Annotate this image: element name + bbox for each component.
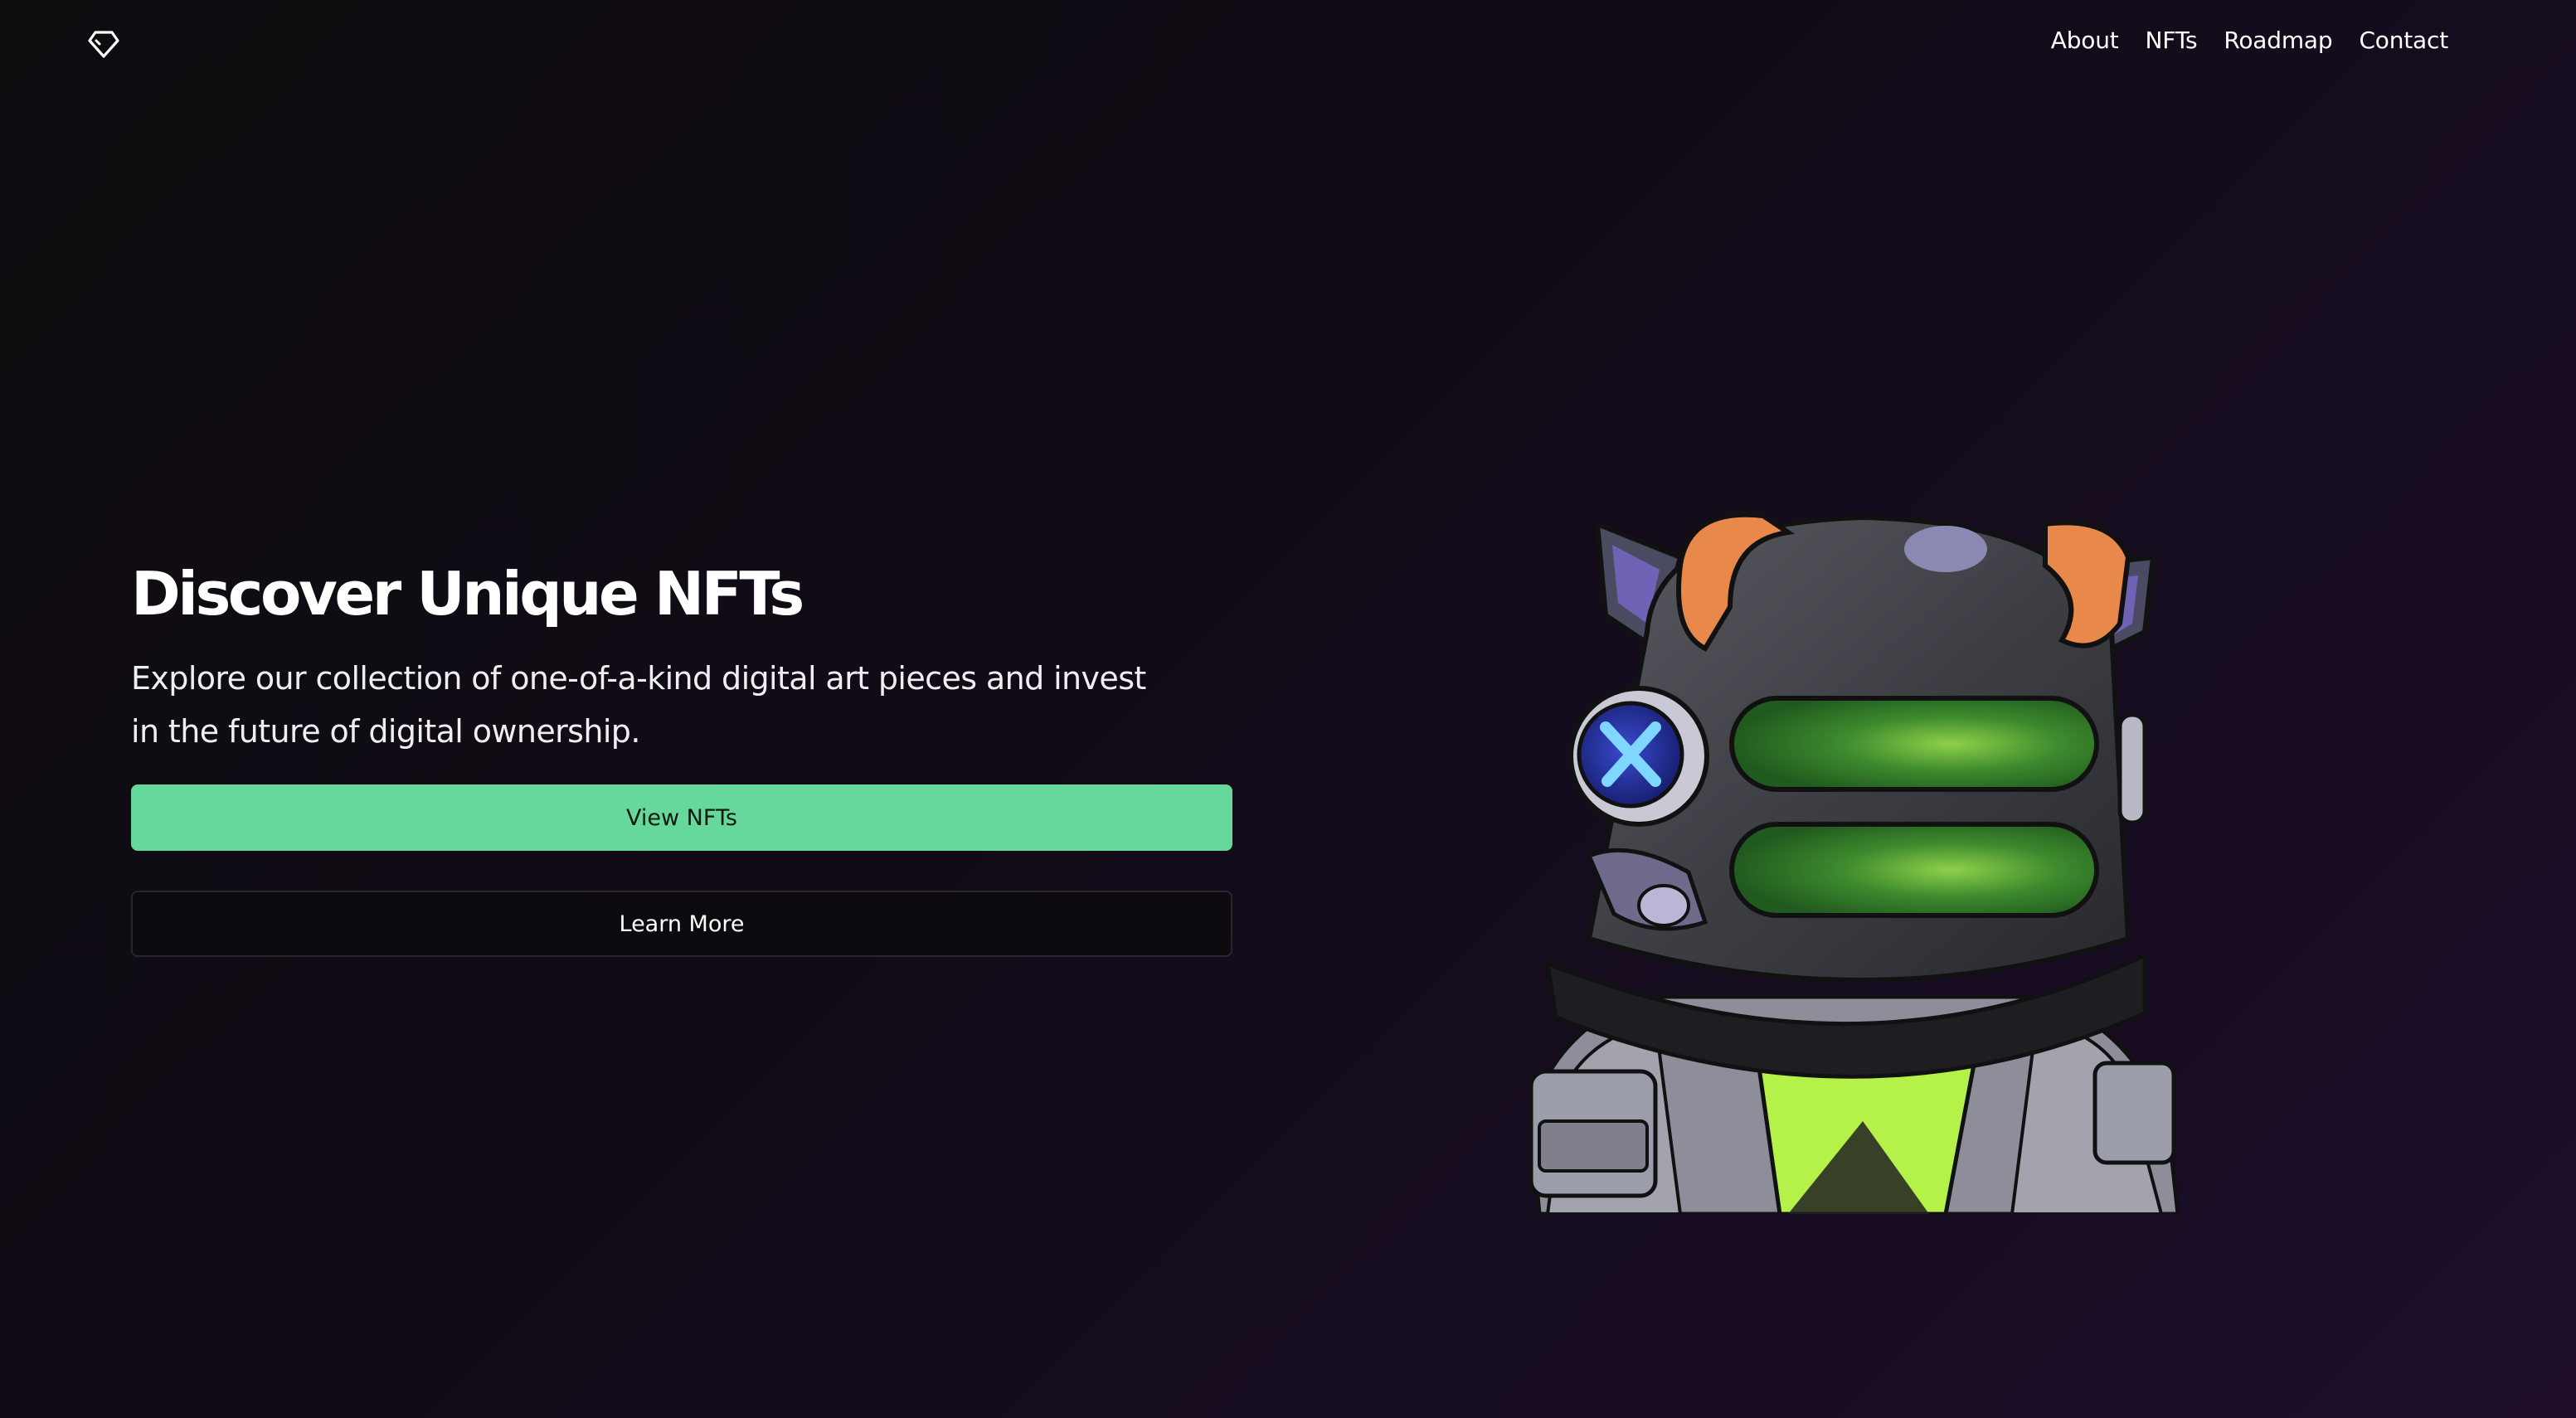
nav-contact-link[interactable]: Contact bbox=[2359, 27, 2448, 54]
nft-character-image bbox=[1514, 507, 2183, 1214]
hero-title: Discover Unique NFTs bbox=[131, 559, 804, 629]
nav-roadmap-link[interactable]: Roadmap bbox=[2224, 27, 2332, 54]
hero-subtitle: Explore our collection of one-of-a-kind … bbox=[131, 660, 1146, 750]
learn-more-button[interactable]: Learn More bbox=[131, 891, 1232, 957]
nav-about-link[interactable]: About bbox=[2051, 27, 2119, 54]
main-nav: About NFTs Roadmap Contact bbox=[2051, 27, 2448, 54]
hero-section: Discover Unique NFTs Explore our collect… bbox=[131, 554, 1234, 758]
view-nfts-button[interactable]: View NFTs bbox=[131, 784, 1232, 851]
diamond-icon[interactable] bbox=[86, 28, 121, 60]
nav-nfts-link[interactable]: NFTs bbox=[2146, 27, 2198, 54]
